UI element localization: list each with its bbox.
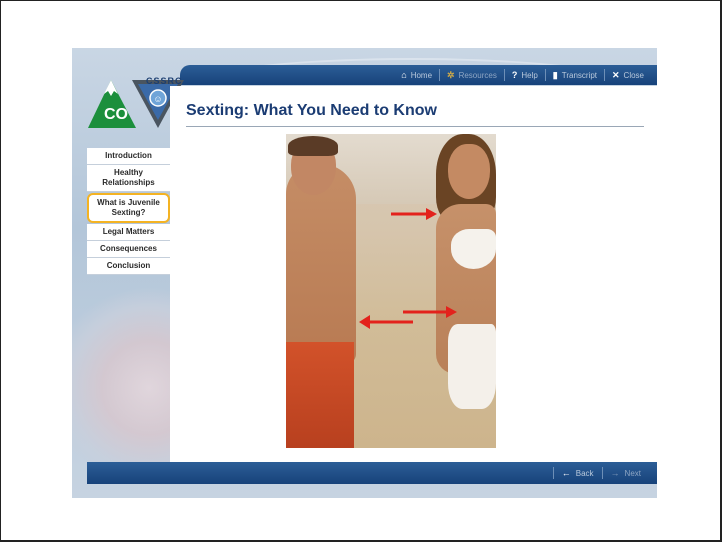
back-button[interactable]: ← Back xyxy=(552,467,602,479)
question-icon: ? xyxy=(511,70,518,80)
next-label: Next xyxy=(624,468,641,478)
svg-text:☺: ☺ xyxy=(153,94,162,104)
home-icon: ⌂ xyxy=(401,70,407,80)
sidebar-item-healthy-relationships[interactable]: Healthy Relationships xyxy=(87,165,170,192)
man-hair xyxy=(288,136,338,156)
nav-home-label: Home xyxy=(410,70,433,80)
nav-help[interactable]: ? Help xyxy=(503,69,545,81)
sidebar-item-juvenile-sexting[interactable]: What is Juvenile Sexting? xyxy=(87,193,170,223)
transcript-icon: ▮ xyxy=(552,69,558,80)
next-button[interactable]: → Next xyxy=(601,467,649,479)
nav-home[interactable]: ⌂ Home xyxy=(394,69,439,81)
nav-resources[interactable]: ✲ Resources xyxy=(439,69,504,81)
nav-transcript[interactable]: ▮ Transcript xyxy=(544,69,604,81)
sidebar-item-introduction[interactable]: Introduction xyxy=(87,148,170,165)
bottom-nav-bar: ← Back → Next xyxy=(87,462,657,484)
sidebar-item-conclusion[interactable]: Conclusion xyxy=(87,258,170,275)
logo-state-text: CO xyxy=(104,106,128,123)
nav-close-label: Close xyxy=(623,70,644,80)
arrow-right-top xyxy=(391,208,437,220)
gear-icon: ✲ xyxy=(447,69,455,80)
nav-resources-label: Resources xyxy=(458,70,497,80)
man-shorts xyxy=(286,342,354,448)
arrow-right-icon: → xyxy=(610,468,620,478)
arrow-left-bottom xyxy=(359,315,413,329)
arrow-left-icon: ← xyxy=(561,468,571,478)
beach-runners-photo xyxy=(286,134,496,448)
content-panel: Sexting: What You Need to Know xyxy=(170,86,657,462)
top-nav-bar: ⌂ Home ✲ Resources ? Help ▮ Transcript ✕… xyxy=(180,65,657,85)
sidebar-item-legal-matters[interactable]: Legal Matters xyxy=(87,224,170,241)
close-icon: ✕ xyxy=(612,69,620,80)
man-torso xyxy=(286,164,356,364)
course-window: ⌂ Home ✲ Resources ? Help ▮ Transcript ✕… xyxy=(72,48,657,498)
nav-close[interactable]: ✕ Close xyxy=(604,69,651,81)
title-divider xyxy=(186,126,644,127)
page-title: Sexting: What You Need to Know xyxy=(186,102,437,119)
woman-top xyxy=(451,229,496,269)
woman-skirt xyxy=(448,324,496,409)
nav-help-label: Help xyxy=(521,70,538,80)
nav-transcript-label: Transcript xyxy=(561,70,597,80)
back-label: Back xyxy=(575,468,594,478)
sidebar-menu: Introduction Healthy Relationships What … xyxy=(87,148,170,275)
woman-head xyxy=(448,144,490,199)
sidebar-item-consequences[interactable]: Consequences xyxy=(87,241,170,258)
logo-org-text: CSSRC xyxy=(146,76,183,86)
